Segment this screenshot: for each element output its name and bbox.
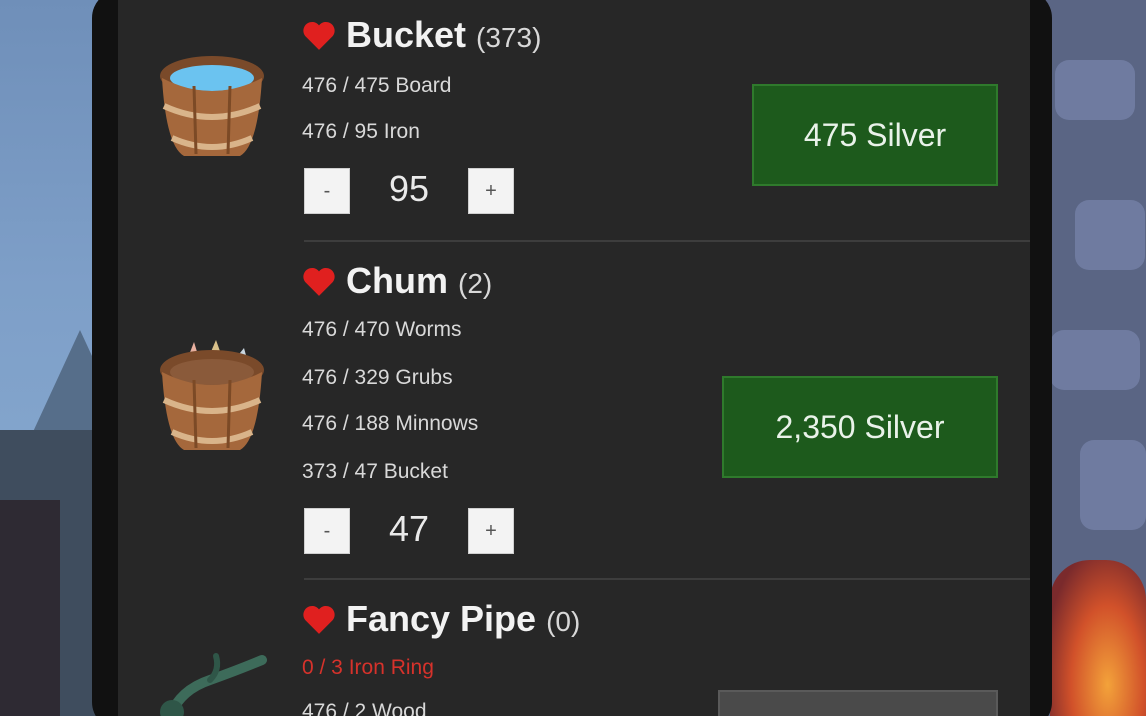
item-title-fancy-pipe: Fancy Pipe (0) [302,598,580,640]
requirement-minnows: 476 / 188 Minnows [302,412,479,435]
quantity-value[interactable]: 47 [369,508,449,550]
favorite-heart-icon[interactable] [302,605,336,635]
requirement-iron: 476 / 95 Iron [302,120,420,143]
item-title-bucket: Bucket (373) [302,14,541,56]
item-name: Bucket [346,14,467,55]
buy-button[interactable]: 475 Silver [752,84,998,186]
requirement-iron-ring: 0 / 3 Iron Ring [302,656,434,679]
increase-quantity-button[interactable]: + [468,508,514,554]
item-owned-count: (373) [476,22,542,53]
item-title-chum: Chum (2) [302,260,492,302]
requirement-grubs: 476 / 329 Grubs [302,366,453,389]
requirement-wood: 476 / 2 Wood [302,700,427,716]
requirement-worms: 476 / 470 Worms [302,318,462,341]
crafting-panel: Bucket (373) 476 / 475 Board 476 / 95 Ir… [118,0,1030,716]
row-divider [304,578,1030,580]
chum-bucket-image [160,340,264,450]
buy-button[interactable]: 2,350 Silver [722,376,998,478]
favorite-heart-icon[interactable] [302,267,336,297]
bucket-image [160,56,264,156]
requirement-bucket: 373 / 47 Bucket [302,460,448,483]
buy-button-disabled[interactable] [718,690,998,716]
item-name: Chum [346,260,448,301]
decrease-quantity-button[interactable]: - [304,168,350,214]
item-name: Fancy Pipe [346,598,537,639]
requirement-board: 476 / 475 Board [302,74,452,97]
row-divider [304,240,1030,242]
quantity-value[interactable]: 95 [369,168,449,210]
item-owned-count: (0) [546,606,581,637]
favorite-heart-icon[interactable] [302,21,336,51]
increase-quantity-button[interactable]: + [468,168,514,214]
decrease-quantity-button[interactable]: - [304,508,350,554]
fancy-pipe-image [160,653,267,716]
item-owned-count: (2) [458,268,493,299]
